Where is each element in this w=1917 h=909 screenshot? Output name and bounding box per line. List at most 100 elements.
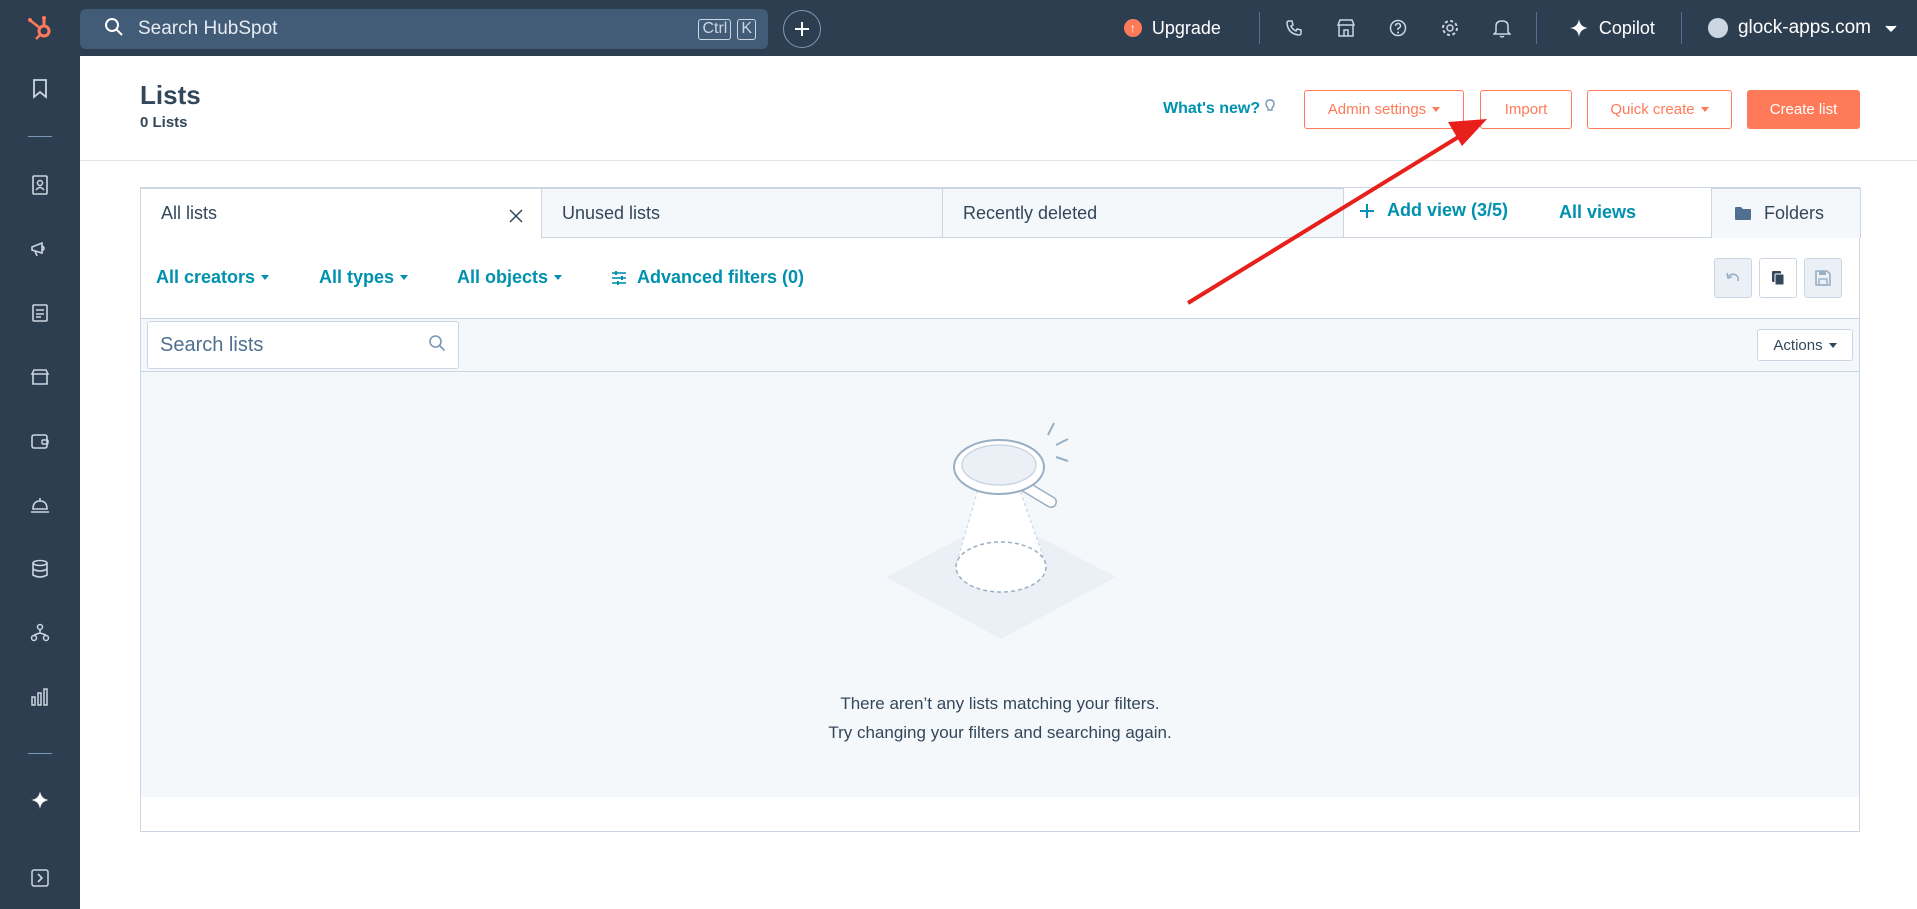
lists-card: All lists Unused lists Recently deleted … (140, 187, 1861, 832)
filter-row: All creators All types All objects Advan… (141, 238, 1859, 318)
expand-sidebar-icon[interactable] (24, 862, 56, 894)
all-objects-label: All objects (457, 267, 549, 287)
all-creators-filter[interactable]: All creators (156, 267, 270, 288)
add-view-label: Add view (3/5) (1387, 200, 1509, 220)
caret-down-icon (1700, 107, 1709, 112)
copy-icon (1772, 271, 1785, 286)
plus-icon (1360, 203, 1374, 218)
breeze-sparkle-icon[interactable] (24, 784, 56, 816)
admin-settings-button[interactable]: Admin settings (1304, 90, 1464, 129)
caret-down-icon (1828, 342, 1837, 348)
page-title: Lists (140, 80, 201, 110)
list-count: 0 Lists (140, 114, 188, 131)
account-name: glock-apps.com (1737, 17, 1871, 38)
plus-icon (795, 22, 809, 36)
caret-down-icon (261, 275, 270, 280)
caret-down-icon (1432, 107, 1441, 112)
reports-bar-chart-icon[interactable] (24, 681, 56, 713)
advanced-filters-button[interactable]: Advanced filters (0) (611, 267, 804, 288)
settings-gear-icon[interactable] (1424, 0, 1476, 56)
wallet-icon[interactable] (24, 425, 56, 457)
tab-unused-lists[interactable]: Unused lists (541, 188, 943, 238)
sidebar-divider (28, 136, 52, 137)
chevron-down-icon (1885, 17, 1897, 39)
shortcut-key-k: K (737, 18, 756, 40)
automation-icon[interactable] (24, 617, 56, 649)
all-creators-label: All creators (156, 267, 256, 287)
sparkle-icon (1569, 19, 1588, 37)
database-icon[interactable] (24, 553, 56, 585)
global-search-placeholder: Search HubSpot (138, 18, 278, 39)
tab-recently-deleted[interactable]: Recently deleted (942, 188, 1344, 238)
all-types-label: All types (319, 267, 395, 287)
search-icon (104, 17, 124, 42)
create-list-button[interactable]: Create list (1747, 90, 1860, 129)
notifications-bell-icon[interactable] (1476, 0, 1528, 56)
folders-label: Folders (1764, 203, 1825, 223)
nav-divider (1535, 12, 1537, 44)
undo-button[interactable] (1714, 258, 1752, 298)
commerce-icon[interactable] (24, 361, 56, 393)
folders-button[interactable]: Folders (1711, 188, 1861, 238)
empty-state: There aren’t any lists matching your fil… (141, 372, 1859, 797)
left-sidebar (0, 56, 80, 909)
all-objects-filter[interactable]: All objects (457, 267, 563, 288)
caret-down-icon (554, 275, 563, 280)
upgrade-button[interactable]: ↑ Upgrade (1123, 17, 1221, 39)
caret-down-icon (400, 275, 409, 280)
quick-create-button[interactable]: Quick create (1587, 90, 1732, 129)
import-button[interactable]: Import (1480, 90, 1572, 129)
tab-all-lists-label: All lists (161, 202, 218, 223)
actions-button[interactable]: Actions (1757, 329, 1853, 361)
undo-icon (1726, 272, 1740, 282)
copilot-button[interactable]: Copilot (1569, 18, 1655, 39)
actions-label: Actions (1773, 336, 1823, 354)
upgrade-label: Upgrade (1151, 17, 1221, 38)
help-icon[interactable] (1372, 0, 1424, 56)
all-views-link[interactable]: All views (1559, 202, 1636, 223)
add-view-button[interactable]: Add view (3/5) (1359, 200, 1508, 221)
avatar (1707, 18, 1728, 38)
search-lists-field[interactable] (147, 321, 459, 369)
page-header: Lists 0 Lists What's new? Admin settings… (80, 56, 1917, 161)
account-menu[interactable]: glock-apps.com (1707, 17, 1897, 39)
hubspot-logo-icon[interactable] (0, 0, 80, 56)
quick-create-label: Quick create (1610, 101, 1695, 118)
whats-new-link[interactable]: What's new? (1163, 99, 1275, 118)
sidebar-divider (28, 753, 52, 754)
filter-sliders-icon (612, 270, 626, 285)
empty-search-illustration-icon (886, 422, 1116, 639)
bookmarks-icon[interactable] (24, 73, 56, 105)
save-floppy-icon (1815, 270, 1831, 286)
create-plus-button[interactable] (783, 10, 821, 48)
tab-recently-deleted-label: Recently deleted (963, 202, 1098, 223)
global-search[interactable]: Search HubSpot Ctrl K (80, 9, 768, 49)
all-types-filter[interactable]: All types (319, 267, 409, 288)
search-lists-input[interactable] (160, 333, 428, 357)
empty-hint: Try changing your filters and searching … (828, 723, 1172, 742)
nav-divider (1258, 12, 1260, 44)
folder-icon (1735, 207, 1751, 220)
search-icon (428, 334, 446, 357)
advanced-filters-label: Advanced filters (0) (637, 267, 805, 287)
copilot-label: Copilot (1598, 17, 1655, 38)
upgrade-arrow-icon: ↑ (1123, 19, 1142, 37)
marketing-megaphone-icon[interactable] (24, 233, 56, 265)
top-nav: Search HubSpot Ctrl K ↑ Upgrade Copilot (0, 0, 1917, 56)
admin-settings-label: Admin settings (1327, 101, 1427, 118)
lightbulb-icon (1264, 99, 1275, 117)
view-tabs: All lists Unused lists Recently deleted … (140, 188, 1861, 238)
tab-all-lists[interactable]: All lists (140, 188, 542, 238)
clone-view-button[interactable] (1759, 258, 1797, 298)
service-bell-icon[interactable] (24, 489, 56, 521)
save-view-button[interactable] (1804, 258, 1842, 298)
table-toolbar: Actions (141, 318, 1859, 372)
calling-icon[interactable] (1268, 0, 1320, 56)
marketplace-icon[interactable] (1320, 0, 1372, 56)
create-list-label: Create list (1769, 101, 1838, 118)
shortcut-key-ctrl: Ctrl (698, 18, 732, 40)
content-icon[interactable] (24, 297, 56, 329)
close-icon[interactable] (509, 203, 523, 229)
empty-message: There aren’t any lists matching your fil… (840, 694, 1160, 713)
contacts-icon[interactable] (24, 169, 56, 201)
